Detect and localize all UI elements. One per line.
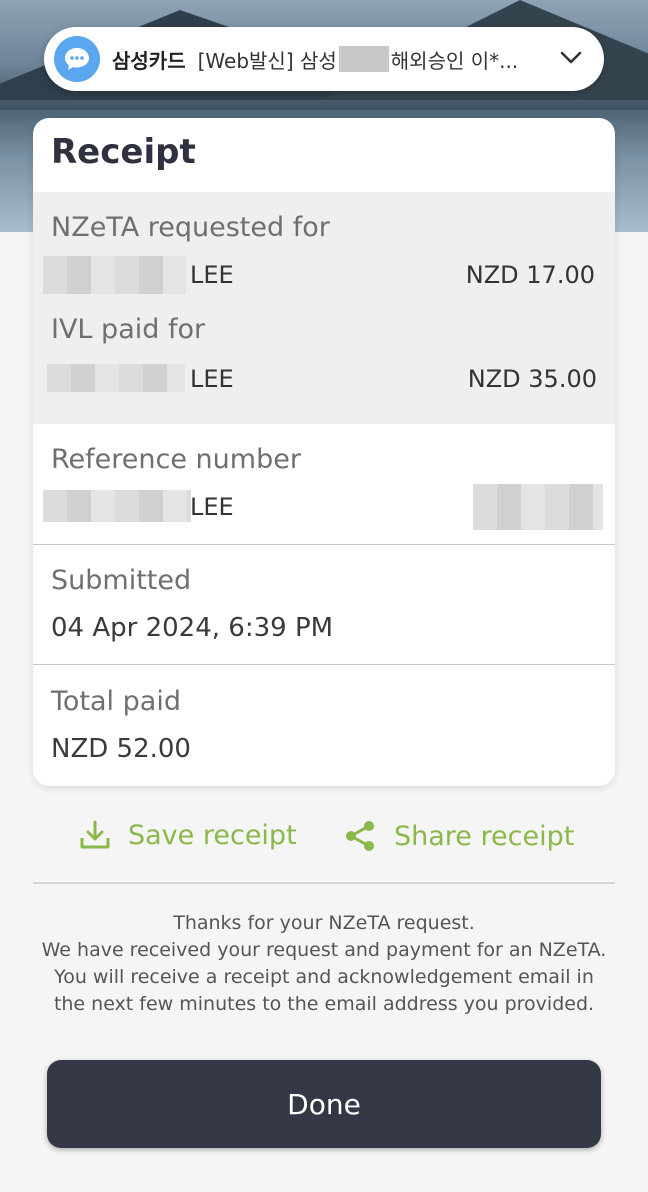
nzeta-row: LEE NZD 17.00 [33, 256, 615, 296]
redacted-block [473, 484, 603, 530]
ivl-name: LEE [190, 365, 234, 393]
divider [33, 544, 615, 545]
total-value: NZD 52.00 [51, 734, 191, 764]
save-receipt-label: Save receipt [128, 819, 297, 851]
message-line: the next few minutes to the email addres… [53, 993, 595, 1015]
download-icon [80, 820, 110, 849]
done-button[interactable]: Done [47, 1060, 601, 1148]
ivl-row: LEE NZD 35.00 [33, 360, 615, 400]
ivl-amount: NZD 35.00 [467, 365, 597, 393]
nzeta-amount: NZD 17.00 [465, 261, 595, 289]
notification-message: [Web발신] 삼성 해외승인 이*... [198, 45, 550, 74]
payment-items-section: NZeTA requested for LEE NZD 17.00 IVL pa… [33, 192, 615, 424]
share-icon [346, 821, 374, 851]
notification-banner[interactable]: 삼성카드 [Web발신] 삼성 해외승인 이*... [44, 27, 604, 91]
reference-row: LEE [33, 484, 615, 530]
chevron-down-icon[interactable] [560, 50, 582, 69]
share-receipt-button[interactable]: Share receipt [342, 818, 574, 854]
divider [33, 882, 615, 884]
chat-bubble-icon [54, 36, 100, 82]
receipt-card: Receipt NZeTA requested for LEE NZD 17.0… [33, 118, 615, 786]
receipt-title: Receipt [51, 132, 196, 172]
confirmation-message: Thanks for your NZeTA request. We have r… [20, 910, 628, 1018]
notification-message-suffix: 해외승인 이*... [390, 48, 519, 73]
message-line: Thanks for your NZeTA request. [173, 912, 475, 934]
redacted-block [47, 364, 185, 392]
total-label: Total paid [51, 686, 181, 717]
nzeta-label: NZeTA requested for [51, 212, 330, 243]
notification-message-prefix: [Web발신] 삼성 [197, 48, 337, 73]
redacted-block [338, 46, 389, 72]
reference-label: Reference number [51, 444, 301, 475]
message-line: You will receive a receipt and acknowled… [54, 966, 594, 988]
submitted-value: 04 Apr 2024, 6:39 PM [51, 613, 334, 643]
redacted-block [43, 256, 186, 294]
save-receipt-button[interactable]: Save receipt [78, 818, 297, 852]
receipt-actions: Save receipt Share receipt [0, 808, 648, 868]
nzeta-name: LEE [190, 261, 234, 289]
reference-name: LEE [190, 493, 234, 521]
submitted-label: Submitted [51, 565, 192, 596]
share-receipt-label: Share receipt [394, 820, 575, 852]
message-line: We have received your request and paymen… [41, 939, 607, 961]
ivl-label: IVL paid for [51, 314, 206, 345]
redacted-block [43, 490, 191, 522]
divider [33, 664, 615, 665]
notification-app-name: 삼성카드 [112, 48, 186, 73]
